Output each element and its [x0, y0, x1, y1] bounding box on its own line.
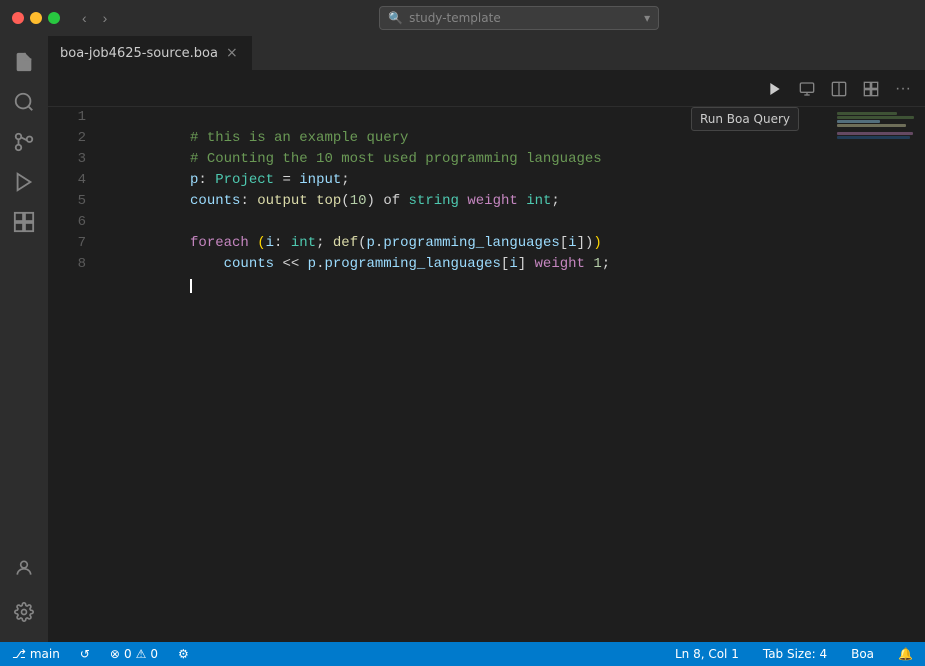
- main-area: boa-job4625-source.boa × Run Boa Query: [0, 36, 925, 642]
- language-item[interactable]: Boa: [847, 642, 878, 666]
- minimap-line-6: [837, 132, 913, 135]
- warning-icon: ⚠: [136, 647, 147, 661]
- minimize-button[interactable]: [30, 12, 42, 24]
- tab-size-label: Tab Size: 4: [763, 647, 827, 661]
- minimap-line-5: [837, 128, 841, 131]
- minimap-line-1: [837, 112, 897, 115]
- open-editors-button[interactable]: [793, 75, 821, 103]
- title-bar: ‹ › 🔍 study-template ▾: [0, 0, 925, 36]
- sync-icon: ↺: [80, 647, 90, 661]
- status-left: ⎇ main ↺ ⊗ 0 ⚠ 0 ⚙: [8, 642, 193, 666]
- maximize-button[interactable]: [48, 12, 60, 24]
- warning-count: 0: [150, 647, 158, 661]
- code-editor[interactable]: 1 2 3 4 5 6 7 8 # this is an example que…: [48, 107, 925, 642]
- back-button[interactable]: ‹: [76, 8, 93, 28]
- bell-icon: 🔔: [898, 647, 913, 661]
- minimap-line-7: [837, 136, 910, 139]
- minimap-line-4: [837, 124, 906, 127]
- search-text: study-template: [409, 11, 501, 25]
- navigation-buttons: ‹ ›: [76, 8, 113, 28]
- errors-item[interactable]: ⊗ 0 ⚠ 0: [106, 642, 162, 666]
- sidebar-item-extensions[interactable]: [6, 204, 42, 240]
- sidebar-item-settings[interactable]: [6, 594, 42, 630]
- search-icon: 🔍: [388, 11, 403, 25]
- sidebar-item-source-control[interactable]: [6, 124, 42, 160]
- minimap-line-2: [837, 116, 914, 119]
- position-label: Ln 8, Col 1: [675, 647, 739, 661]
- minimap-line-8: [837, 140, 841, 143]
- sidebar-item-run[interactable]: [6, 164, 42, 200]
- tab-bar: boa-job4625-source.boa ×: [48, 36, 925, 71]
- branch-label: main: [30, 647, 60, 661]
- sidebar-item-account[interactable]: [6, 550, 42, 586]
- minimap-line-3: [837, 120, 880, 123]
- text-cursor: [190, 279, 192, 293]
- settings-icon: ⚙: [178, 647, 189, 661]
- editor-area: boa-job4625-source.boa × Run Boa Query: [48, 36, 925, 642]
- run-button-container: Run Boa Query: [761, 75, 789, 103]
- code-line-6: foreach (i: int; def(p.programming_langu…: [106, 212, 827, 233]
- language-label: Boa: [851, 647, 874, 661]
- position-item[interactable]: Ln 8, Col 1: [671, 642, 743, 666]
- status-right: Ln 8, Col 1 Tab Size: 4 Boa 🔔: [671, 642, 917, 666]
- sidebar-item-explorer[interactable]: [6, 44, 42, 80]
- error-count: 0: [124, 647, 132, 661]
- forward-button[interactable]: ›: [97, 8, 114, 28]
- code-content[interactable]: # this is an example query # Counting th…: [98, 107, 835, 642]
- code-line-8: [106, 254, 827, 275]
- sidebar-item-search[interactable]: [6, 84, 42, 120]
- close-button[interactable]: [12, 12, 24, 24]
- minimap: [835, 107, 925, 642]
- run-boa-query-button[interactable]: [761, 75, 789, 103]
- layout-button[interactable]: [857, 75, 885, 103]
- line-numbers: 1 2 3 4 5 6 7 8: [48, 107, 98, 642]
- branch-icon: ⎇: [12, 647, 26, 661]
- branch-item[interactable]: ⎇ main: [8, 642, 64, 666]
- tab-boa-file[interactable]: boa-job4625-source.boa ×: [48, 36, 253, 70]
- status-bar: ⎇ main ↺ ⊗ 0 ⚠ 0 ⚙ Ln 8, Col 1 Tab Size:…: [0, 642, 925, 666]
- window-controls: [12, 12, 60, 24]
- tab-label: boa-job4625-source.boa: [60, 46, 218, 61]
- sync-item[interactable]: ↺: [76, 642, 94, 666]
- activity-bar: [0, 36, 48, 642]
- search-bar[interactable]: 🔍 study-template ▾: [379, 6, 659, 30]
- settings-item[interactable]: ⚙: [174, 642, 193, 666]
- tab-close-icon[interactable]: ×: [224, 44, 240, 62]
- tab-size-item[interactable]: Tab Size: 4: [759, 642, 831, 666]
- notifications-item[interactable]: 🔔: [894, 642, 917, 666]
- split-editor-button[interactable]: [825, 75, 853, 103]
- activity-bar-bottom: [6, 550, 42, 634]
- code-line-1: # this is an example query: [106, 107, 827, 128]
- more-actions-button[interactable]: ···: [889, 75, 917, 103]
- error-icon: ⊗: [110, 647, 120, 661]
- chevron-down-icon: ▾: [644, 11, 650, 25]
- editor-header: Run Boa Query ···: [48, 71, 925, 107]
